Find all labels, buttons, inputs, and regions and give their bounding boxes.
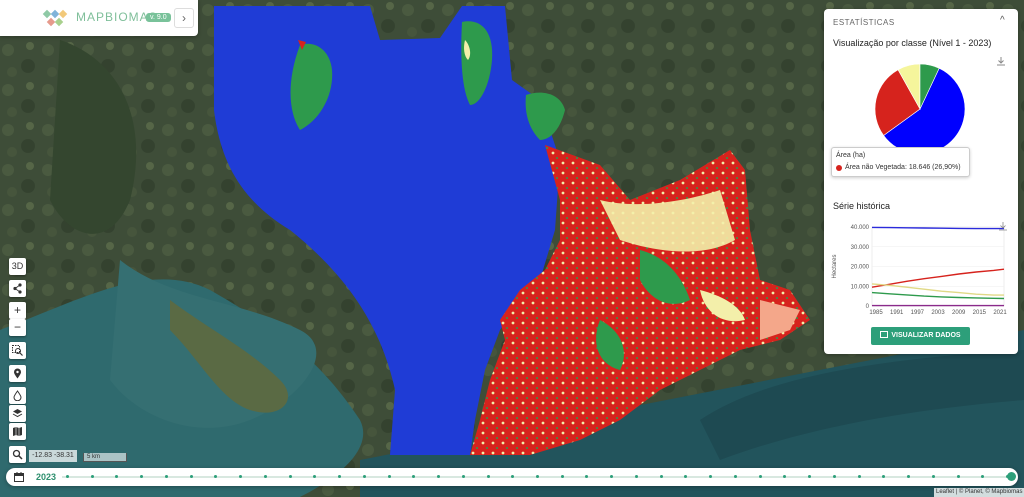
timeline-tick[interactable] [90,475,94,478]
pie-tooltip: Área (ha) Área não Vegetada: 18.646 (26,… [831,147,970,177]
download-icon[interactable] [996,56,1006,66]
x-tick-label: 1985 [869,310,883,316]
timeline-tick[interactable] [560,475,564,478]
view-data-button[interactable]: VISUALIZAR DADOS [871,327,970,345]
share-button[interactable] [9,280,26,297]
series-line[interactable] [871,268,1005,288]
tooltip-color-dot [836,165,842,171]
class-pie-chart[interactable] [864,63,976,149]
drop-button[interactable] [9,387,26,404]
brand-panel: MAPBIOMAS v. 9.0 › [0,0,198,36]
timeline-tick[interactable] [486,475,490,478]
calendar-icon [14,472,24,482]
sidebar-toggle-button[interactable]: › [174,8,194,28]
zoom-in-button[interactable]: + [9,302,26,319]
timeline-tick[interactable] [659,475,663,478]
timeline-tick[interactable] [66,475,69,478]
x-tick-label: 1991 [890,310,904,316]
zoom-area-button[interactable] [9,342,26,359]
timeline-tick[interactable] [857,475,861,478]
basemap-button[interactable] [9,423,26,440]
share-icon [13,283,22,294]
timeline-tick[interactable] [263,475,267,478]
timeline-tick[interactable] [461,475,465,478]
drop-icon [13,390,22,402]
timeline-tick[interactable] [733,475,737,478]
mapbiomas-logo [42,9,68,27]
timeline-tick[interactable] [634,475,638,478]
search-icon [12,449,23,460]
timeline-tick[interactable] [832,475,836,478]
statistics-header: ESTATÍSTICAS [833,18,895,27]
timeline-tick[interactable] [956,475,960,478]
x-tick-label: 2015 [973,310,987,316]
y-tick-label: 20.000 [851,265,870,271]
tooltip-value: Área não Vegetada: 18.646 (26,90%) [845,164,961,171]
scale-bar: 5 km [83,453,127,462]
historical-line-chart[interactable]: 40.00030.00020.00010.00001985 1991 1997 200… [826,217,1012,323]
timeline-tick[interactable] [362,475,366,478]
timeline-bar[interactable]: 2023 [6,468,1018,486]
y-tick-label: 40.000 [851,225,870,231]
y-tick-label: 10.000 [851,284,870,290]
version-badge: v. 9.0 [146,13,171,22]
tooltip-title: Área (ha) [836,152,866,159]
timeline-tick[interactable] [164,475,168,478]
location-button[interactable] [9,365,26,382]
timeline-tick[interactable] [758,475,762,478]
timeline-tick[interactable] [536,475,539,478]
timeline-tick[interactable] [387,475,391,478]
series-chart-title: Série histórica [833,201,891,211]
timeline-tick[interactable] [288,475,292,478]
map-pin-icon [14,368,21,379]
view-data-label: VISUALIZAR DADOS [891,332,961,339]
class-chart-title: Visualização por classe (Nível 1 - 2023) [833,38,992,48]
zoom-area-icon [12,345,23,356]
series-line[interactable] [871,226,1004,230]
3d-button[interactable]: 3D [9,258,26,275]
series-line[interactable] [871,291,1005,300]
statistics-panel: ESTATÍSTICAS ^ Visualização por classe (… [824,9,1018,354]
zoom-out-button[interactable]: − [9,319,26,336]
coordinates-readout: -12.83 -38.31 [29,450,77,462]
timeline-tick[interactable] [931,475,935,478]
timeline-tick[interactable] [189,475,193,478]
collapse-chevron-icon[interactable]: ^ [1000,15,1005,26]
y-tick-label: 30.000 [851,245,870,251]
search-button[interactable] [9,446,26,463]
x-tick-label: 2021 [993,310,1007,316]
map-icon [13,427,22,436]
x-tick-label: 2003 [931,310,945,316]
layers-button[interactable] [9,405,26,422]
selected-year: 2023 [36,472,57,482]
x-tick-label: 1997 [911,310,925,316]
map-attribution[interactable]: Leaflet | © Planet, © Mapbiomas [934,488,1024,497]
table-icon [880,331,889,338]
timeline-handle[interactable] [1007,472,1016,481]
layers-icon [12,409,23,418]
x-tick-label: 2009 [952,310,966,316]
y-axis-label: Hectares [832,254,838,278]
